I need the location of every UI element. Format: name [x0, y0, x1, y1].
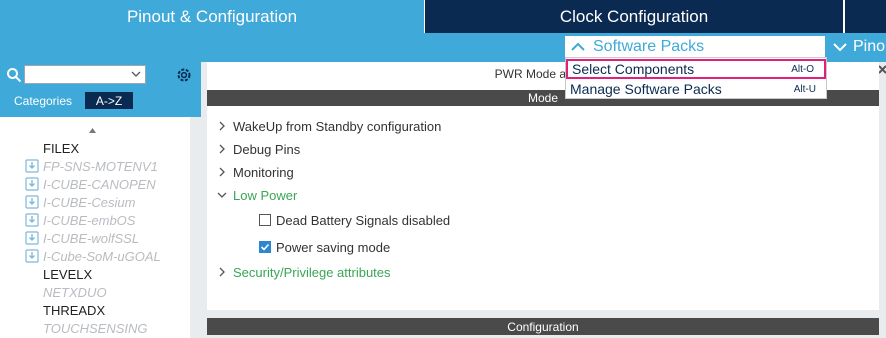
pwr-mode-content: PWR Mode and C Mode WakeUp from Standby … [207, 62, 879, 310]
software-packs-menu: Select Components Alt-O Manage Software … [565, 57, 827, 99]
menu-item-label: Select Components [572, 61, 695, 77]
tree-item-security-privilege[interactable]: Security/Privilege attributes [217, 262, 391, 282]
chevron-down-icon [833, 43, 847, 52]
categories-panel: Categories A->Z FILEX FP-SNS-MOTENV1 I-C… [0, 62, 201, 338]
list-item-label: I-CUBE-wolfSSL [43, 230, 140, 246]
menu-item-manage-software-packs[interactable]: Manage Software Packs Alt-U [566, 79, 826, 99]
download-icon [25, 249, 39, 263]
gear-icon[interactable] [175, 66, 193, 84]
download-icon [25, 195, 39, 209]
tab-a-to-z-label: A->Z [95, 93, 123, 108]
search-icon [7, 68, 22, 83]
checkbox-box[interactable] [259, 241, 271, 253]
chevron-right-icon [219, 167, 225, 177]
list-item-fp-sns-motenv1[interactable]: FP-SNS-MOTENV1 [25, 157, 158, 175]
list-item-label: THREADX [43, 302, 106, 318]
list-item-label: FILEX [43, 140, 80, 156]
checkbox-label: Power saving mode [276, 239, 391, 255]
download-icon [25, 159, 39, 173]
configuration-section-header: Configuration [207, 318, 879, 335]
list-item-i-cube-cesium[interactable]: I-CUBE-Cesium [25, 193, 135, 211]
list-item-i-cube-embos[interactable]: I-CUBE-embOS [25, 211, 135, 229]
close-panel-icon[interactable] [879, 62, 886, 86]
tab-categories-label: Categories [13, 93, 73, 108]
tab-pinout-label: Pinout & Configuration [126, 6, 298, 26]
software-packs-label: Software Packs [593, 38, 705, 55]
tab-pinout-configuration[interactable]: Pinout & Configuration [0, 0, 424, 33]
pinout-label: Pino [853, 38, 886, 55]
checkbox-dead-battery[interactable]: Dead Battery Signals disabled [259, 210, 450, 230]
chevron-up-icon [571, 42, 585, 51]
chevron-right-icon [219, 267, 225, 277]
list-item-label: I-Cube-SoM-uGOAL [43, 248, 161, 264]
list-item-label: LEVELX [43, 266, 93, 282]
middleware-list: FILEX FP-SNS-MOTENV1 I-CUBE-CANOPEN I-CU… [0, 117, 190, 338]
pinout-button[interactable]: Pino [832, 36, 885, 58]
menu-item-shortcut: Alt-O [791, 63, 814, 75]
list-item-threadx[interactable]: THREADX [43, 301, 105, 319]
menu-item-shortcut: Alt-U [793, 83, 816, 95]
mode-header-label: Mode [527, 91, 559, 105]
list-item-label: I-CUBE-embOS [43, 212, 136, 228]
list-scrollbar[interactable] [190, 117, 201, 338]
tree-item-label: Monitoring [233, 164, 294, 180]
list-item-touchsensing[interactable]: TOUCHSENSING [43, 319, 148, 337]
list-item-label: I-CUBE-CANOPEN [43, 176, 156, 192]
search-combobox[interactable] [24, 65, 146, 84]
tree-item-wakeup-standby[interactable]: WakeUp from Standby configuration [217, 116, 441, 136]
list-item-label: I-CUBE-Cesium [43, 194, 136, 210]
download-icon [25, 177, 39, 191]
chevron-right-icon [219, 144, 225, 154]
list-item-i-cube-wolfssl[interactable]: I-CUBE-wolfSSL [25, 229, 139, 247]
sort-up-icon[interactable] [88, 126, 97, 135]
tree-item-label: Debug Pins [233, 141, 301, 157]
checkbox-label: Dead Battery Signals disabled [276, 212, 451, 228]
config-header-label: Configuration [507, 319, 579, 334]
list-item-label: FP-SNS-MOTENV1 [43, 158, 158, 174]
list-item-label: NETXDUO [43, 284, 107, 300]
tab-clock-configuration[interactable]: Clock Configuration [425, 0, 843, 33]
list-item-i-cube-som-ugoal[interactable]: I-Cube-SoM-uGOAL [25, 247, 161, 265]
list-item-filex[interactable]: FILEX [43, 139, 79, 157]
tree-item-label: WakeUp from Standby configuration [233, 118, 442, 134]
chevron-right-icon [219, 121, 225, 131]
download-icon [25, 231, 39, 245]
pwr-mode-panel: PWR Mode and C Mode WakeUp from Standby … [207, 62, 886, 338]
chevron-down-icon [217, 192, 227, 198]
tree-item-low-power[interactable]: Low Power [217, 185, 297, 205]
chevron-down-icon[interactable] [130, 68, 142, 80]
menu-item-label: Manage Software Packs [570, 81, 722, 97]
tree-item-debug-pins[interactable]: Debug Pins [217, 139, 300, 159]
tab-a-to-z[interactable]: A->Z [85, 92, 133, 109]
list-item-netxduo[interactable]: NETXDUO [43, 283, 107, 301]
categories-panel-header: Categories A->Z [0, 62, 201, 117]
tree-item-label: Security/Privilege attributes [233, 264, 391, 280]
download-icon [25, 213, 39, 227]
list-item-label: TOUCHSENSING [43, 320, 148, 336]
tree-item-label: Low Power [233, 187, 298, 203]
software-packs-button[interactable]: Software Packs [565, 36, 825, 58]
tab-categories[interactable]: Categories [3, 92, 83, 109]
menu-item-select-components[interactable]: Select Components Alt-O [566, 59, 826, 79]
tab-clock-label: Clock Configuration [559, 6, 709, 26]
list-item-levelx[interactable]: LEVELX [43, 265, 92, 283]
checkbox-power-saving-mode[interactable]: Power saving mode [259, 237, 390, 257]
main-tab-bar: Pinout & Configuration Clock Configurati… [0, 0, 886, 33]
checkmark-icon [260, 243, 270, 251]
tab-project-manager[interactable] [845, 0, 886, 33]
checkbox-box[interactable] [259, 214, 271, 226]
list-item-i-cube-canopen[interactable]: I-CUBE-CANOPEN [25, 175, 156, 193]
tree-item-monitoring[interactable]: Monitoring [217, 162, 294, 182]
